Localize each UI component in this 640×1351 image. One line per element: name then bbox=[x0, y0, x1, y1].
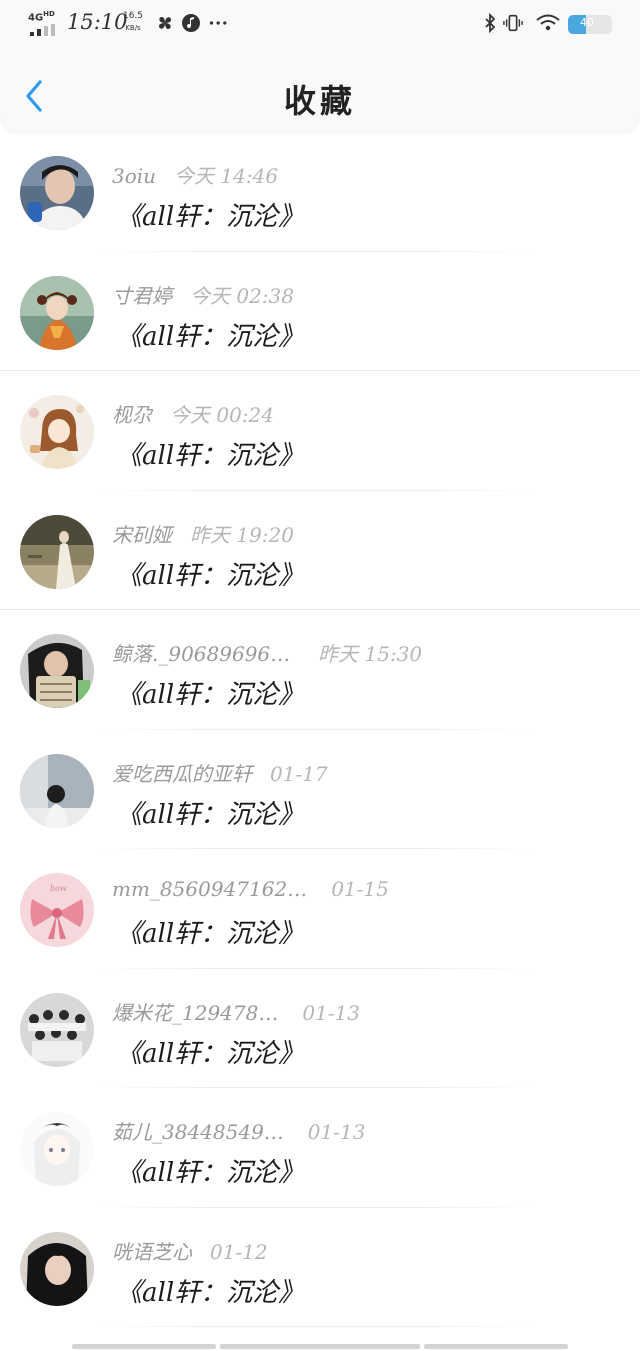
timestamp: 01-17 bbox=[270, 761, 328, 786]
item-title[interactable]: 《all轩：沉沦》 bbox=[116, 555, 304, 592]
avatar[interactable] bbox=[20, 634, 94, 708]
username[interactable]: 枧尕 bbox=[112, 403, 152, 427]
network-speed-value: 16.5 bbox=[122, 11, 144, 21]
cellular-signal: 4GHD bbox=[28, 10, 58, 36]
timestamp: 昨天 15:30 bbox=[318, 642, 423, 666]
item-title[interactable]: 《all轩：沉沦》 bbox=[116, 913, 304, 950]
avatar[interactable] bbox=[20, 992, 94, 1067]
username[interactable]: 宋矵娅 bbox=[112, 523, 172, 547]
username[interactable]: 茹儿_38448549… bbox=[112, 1120, 284, 1144]
pinwheel-icon bbox=[159, 17, 171, 29]
avatar[interactable] bbox=[20, 156, 94, 230]
timestamp: 01-15 bbox=[331, 877, 389, 901]
username[interactable]: 爆米花_129478… bbox=[112, 1001, 278, 1025]
username[interactable]: 爱吃西瓜的亚轩 bbox=[112, 762, 252, 786]
timestamp: 01-13 bbox=[307, 1120, 366, 1144]
avatar[interactable] bbox=[20, 753, 94, 828]
wifi-icon bbox=[536, 14, 560, 31]
avatar[interactable] bbox=[20, 1112, 94, 1186]
music-icon bbox=[182, 14, 200, 32]
header: 4GHD 15:10 16.5 KB/s 40 收藏 bbox=[0, 0, 640, 132]
timestamp: 01-13 bbox=[302, 1000, 361, 1025]
item-title[interactable]: 《all轩：沉沦》 bbox=[116, 196, 304, 233]
favorites-list: 3oiu 今天 14:46 《all轩：沉沦》 寸君婷 今天 02:38 《all轩… bbox=[0, 132, 640, 1327]
list-item[interactable]: 爱吃西瓜的亚轩 01-17 《all轩：沉沦》 bbox=[0, 730, 640, 849]
list-item[interactable]: 3oiu 今天 14:46 《all轩：沉沦》 bbox=[0, 132, 640, 252]
username[interactable]: 3oiu bbox=[112, 164, 156, 188]
status-bar: 4GHD 15:10 16.5 KB/s 40 bbox=[0, 0, 640, 48]
list-item[interactable]: bow mm_8560947162… 01-15 《all轩：沉沦》 bbox=[0, 849, 640, 969]
username[interactable]: 寸君婷 bbox=[112, 284, 172, 308]
username[interactable]: mm_8560947162… bbox=[112, 877, 307, 901]
list-item[interactable]: 宋矵娅 昨天 19:20 《all轩：沉沦》 bbox=[0, 491, 640, 610]
list-item[interactable]: 茹儿_38448549… 01-13 《all轩：沉沦》 bbox=[0, 1088, 640, 1208]
network-speed-unit: KB/s bbox=[125, 24, 141, 32]
divider bbox=[96, 1326, 536, 1327]
avatar[interactable]: bow bbox=[20, 873, 94, 947]
avatar[interactable] bbox=[20, 514, 94, 589]
list-item[interactable]: 枧尕 今天 00:24 《all轩：沉沦》 bbox=[0, 371, 640, 491]
home-indicator bbox=[72, 1344, 216, 1349]
network-suffix: HD bbox=[43, 10, 55, 18]
battery-level: 40 bbox=[580, 16, 594, 29]
network-speed: 16.5 KB/s bbox=[121, 10, 145, 34]
timestamp: 今天 14:46 bbox=[174, 164, 279, 188]
status-time: 15:10 bbox=[67, 10, 128, 34]
more-dots-icon bbox=[209, 21, 227, 25]
signal-bars-icon bbox=[30, 24, 55, 36]
page-title: 收藏 bbox=[283, 82, 356, 120]
item-title[interactable]: 《all轩：沉沦》 bbox=[116, 674, 304, 711]
bluetooth-icon bbox=[485, 13, 496, 33]
list-item[interactable]: 爆米花_129478… 01-13 《all轩：沉沦》 bbox=[0, 969, 640, 1088]
home-indicator bbox=[220, 1344, 420, 1349]
timestamp: 今天 02:38 bbox=[190, 283, 294, 308]
home-indicator bbox=[424, 1344, 568, 1349]
item-title[interactable]: 《all轩：沉沦》 bbox=[116, 1152, 304, 1189]
item-title[interactable]: 《all轩：沉沦》 bbox=[116, 794, 304, 831]
list-item[interactable]: 鲸落._90689696… 昨天 15:30 《all轩：沉沦》 bbox=[0, 610, 640, 730]
item-title[interactable]: 《all轩：沉沦》 bbox=[116, 316, 304, 353]
item-title[interactable]: 《all轩：沉沦》 bbox=[116, 1033, 304, 1070]
username[interactable]: 咣语芝心 bbox=[112, 1240, 192, 1264]
vibrate-icon bbox=[503, 14, 523, 32]
network-type: 4G bbox=[28, 12, 44, 24]
avatar[interactable] bbox=[20, 275, 94, 350]
avatar[interactable] bbox=[20, 1231, 94, 1306]
nav-bar: 收藏 bbox=[0, 48, 640, 132]
username[interactable]: 鲸落._90689696… bbox=[112, 642, 290, 666]
list-item[interactable]: 寸君婷 今天 02:38 《all轩：沉沦》 bbox=[0, 252, 640, 371]
item-title[interactable]: 《all轩：沉沦》 bbox=[116, 435, 304, 472]
item-title[interactable]: 《all轩：沉沦》 bbox=[116, 1272, 304, 1309]
list-item[interactable]: 咣语芝心 01-12 《all轩：沉沦》 bbox=[0, 1208, 640, 1327]
timestamp: 昨天 19:20 bbox=[190, 522, 294, 547]
timestamp: 01-12 bbox=[210, 1239, 268, 1264]
timestamp: 今天 00:24 bbox=[170, 403, 274, 427]
svg-text:bow: bow bbox=[50, 884, 67, 893]
avatar[interactable] bbox=[20, 395, 94, 469]
